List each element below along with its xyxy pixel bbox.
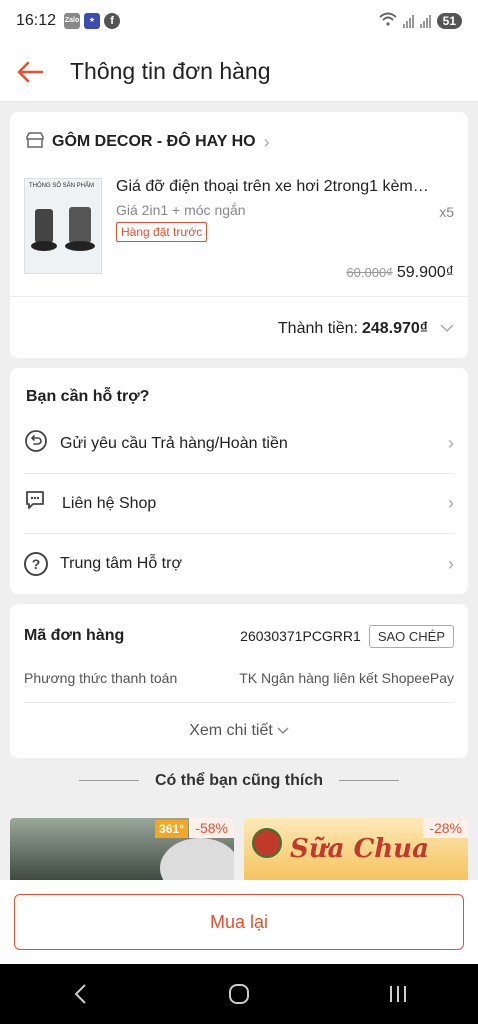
- payment-row: Phương thức thanh toán TK Ngân hàng liên…: [10, 668, 468, 688]
- order-id-value: 26030371PCGRR1: [240, 628, 361, 644]
- sale-price: 59.900₫: [396, 264, 454, 281]
- product-item[interactable]: THÔNG SỐ SẢN PHẨM Giá đỡ điện thoại trên…: [10, 172, 468, 296]
- help-item-contact-shop[interactable]: Liên hệ Shop ›: [24, 474, 454, 534]
- order-total-row[interactable]: Thành tiền: 248.970₫: [10, 296, 468, 360]
- order-info-card: Mã đơn hàng 26030371PCGRR1 SAO CHÉP Phươ…: [10, 604, 468, 758]
- order-id-row: Mã đơn hàng 26030371PCGRR1 SAO CHÉP: [10, 604, 468, 668]
- bottom-action-bar: Mua lại: [0, 880, 478, 964]
- nav-recents-icon[interactable]: [368, 969, 428, 1019]
- back-arrow-icon[interactable]: [0, 42, 60, 102]
- page-title: Thông tin đơn hàng: [70, 58, 271, 84]
- help-card: Bạn cần hỗ trợ? Gửi yêu cầu Trả hàng/Hoà…: [10, 368, 468, 594]
- help-item-help-center[interactable]: ? Trung tâm Hỗ trợ ›: [24, 534, 454, 594]
- help-item-label: Gửi yêu cầu Trả hàng/Hoàn tiền: [60, 434, 288, 452]
- chevron-right-icon: ›: [263, 131, 270, 152]
- discount-badge: -28%: [423, 818, 468, 838]
- buy-again-button[interactable]: Mua lại: [14, 894, 464, 950]
- page-header: Thông tin đơn hàng: [0, 42, 478, 102]
- chevron-down-icon: [440, 320, 454, 338]
- help-item-label: Trung tâm Hỗ trợ: [60, 555, 182, 572]
- suggestions-title: Có thể bạn cũng thích: [0, 772, 478, 790]
- product-thumbnail: THÔNG SỐ SẢN PHẨM: [24, 178, 102, 274]
- product-banner-text: Sữa Chua: [290, 834, 429, 864]
- brand-badge: 361°: [155, 820, 188, 838]
- product-quantity: x5: [439, 204, 454, 220]
- status-time: 16:12: [16, 12, 57, 29]
- shop-row[interactable]: GÔM DECOR - ĐÔ HAY HO ›: [10, 112, 468, 172]
- signal-icon-2: [419, 14, 431, 28]
- view-details-button[interactable]: Xem chi tiết: [24, 702, 454, 758]
- original-price: 60.000₫: [346, 265, 393, 280]
- status-bar: 16:12 Zalo ★ f 51: [0, 0, 478, 42]
- total-amount: 248.970₫: [361, 319, 428, 337]
- product-variant: Giá 2in1 + móc ngắn: [116, 202, 246, 218]
- zalo-icon: Zalo: [64, 13, 81, 29]
- discount-badge: -58%: [189, 818, 234, 838]
- product-logo-icon: [252, 828, 282, 858]
- order-id-label: Mã đơn hàng: [24, 627, 125, 644]
- help-item-return[interactable]: Gửi yêu cầu Trả hàng/Hoàn tiền ›: [24, 414, 454, 474]
- system-nav-bar: [0, 964, 478, 1024]
- nav-home-icon[interactable]: [209, 969, 269, 1019]
- facebook-icon: f: [104, 13, 121, 29]
- signal-icon: [402, 14, 414, 28]
- total-label: Thành tiền:: [277, 319, 358, 337]
- product-price: 60.000₫ 59.900₫: [346, 264, 454, 282]
- chevron-right-icon: ›: [448, 493, 454, 513]
- suggested-product-2[interactable]: Sữa Chua -28%: [244, 818, 468, 880]
- battery-indicator: 51: [436, 13, 462, 29]
- order-card: GÔM DECOR - ĐÔ HAY HO › THÔNG SỐ SẢN PHẨ…: [10, 112, 468, 358]
- payment-value: TK Ngân hàng liên kết ShopeePay: [239, 670, 454, 686]
- chevron-right-icon: ›: [448, 433, 454, 453]
- wifi-icon: [378, 12, 397, 31]
- payment-label: Phương thức thanh toán: [24, 670, 178, 686]
- chevron-right-icon: ›: [448, 553, 454, 574]
- return-icon: [24, 429, 48, 458]
- copy-button[interactable]: SAO CHÉP: [368, 624, 454, 648]
- nav-back-icon[interactable]: [50, 969, 110, 1019]
- shop-icon: [26, 131, 44, 153]
- chat-icon: [24, 489, 50, 518]
- help-icon: ?: [24, 552, 48, 576]
- chevron-down-icon: [277, 722, 289, 740]
- app-notification-icon: ★: [84, 13, 101, 29]
- shop-name: GÔM DECOR - ĐÔ HAY HO: [52, 133, 256, 150]
- preorder-badge: Hàng đặt trước: [116, 222, 208, 242]
- view-details-label: Xem chi tiết: [189, 721, 273, 739]
- help-item-label: Liên hệ Shop: [62, 494, 157, 512]
- product-name: Giá đỡ điện thoại trên xe hơi 2trong1 kè…: [116, 178, 432, 195]
- suggested-product-1[interactable]: 361° -58%: [10, 818, 234, 880]
- help-title: Bạn cần hỗ trợ?: [26, 388, 150, 405]
